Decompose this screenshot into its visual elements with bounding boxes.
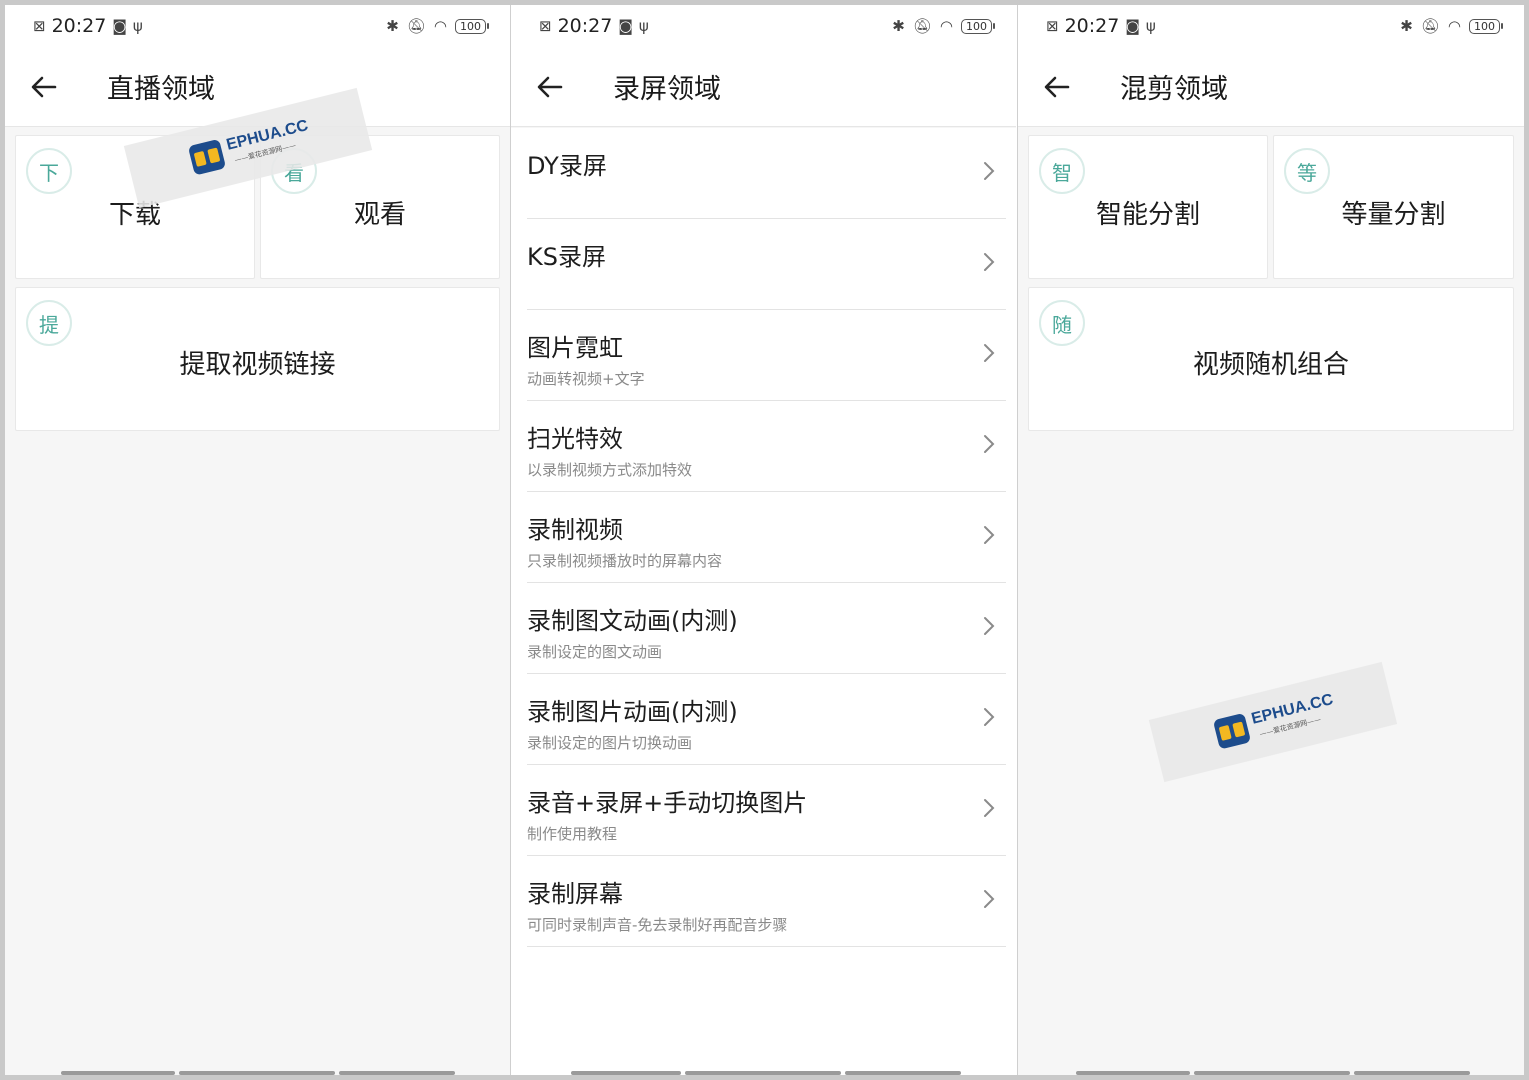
card-label: 提取视频链接 [179, 350, 336, 380]
battery-icon: 100 [455, 18, 489, 34]
back-arrow-icon[interactable] [535, 72, 565, 102]
feature-list: DY录屏 KS录屏 图片霓虹 动画转视频+文字 扫光特效 以录制视频方式添加特效… [511, 128, 1016, 1075]
battery-icon: 100 [1469, 18, 1503, 34]
list-item-title: 图片霓虹 [527, 334, 623, 362]
chevron-right-icon [980, 433, 998, 455]
page-title: 录屏领域 [613, 74, 721, 105]
chevron-right-icon [980, 888, 998, 910]
usb-icon: ψ [132, 17, 143, 35]
screen-record: ⊠ 20:27 ◙ ψ ✱ 🔕︎ ◠ 100 录屏领域 DY录屏 KS录屏 图片… [511, 5, 1016, 1075]
status-bar: ⊠ 20:27 ◙ ψ ✱ 🔕︎ ◠ 100 [511, 5, 1016, 47]
list-item-title: 录制视频 [527, 516, 623, 544]
chevron-right-icon [980, 342, 998, 364]
nav-hint-bar [61, 1071, 175, 1075]
chevron-right-icon [980, 524, 998, 546]
list-item-title: 录制图文动画(内测) [527, 607, 738, 635]
list-item-title: 扫光特效 [527, 425, 623, 453]
screen-mix: ⊠ 20:27 ◙ ψ ✱ 🔕︎ ◠ 100 混剪领域 智 智能分割 等 等量分… [1018, 5, 1524, 1075]
nav-hint-bar [1354, 1071, 1470, 1075]
app-notification-icon: ◙ [618, 17, 633, 35]
status-time: 20:27 [557, 15, 613, 37]
card-label: 智能分割 [1095, 200, 1200, 230]
mute-icon: 🔕︎ [1420, 17, 1440, 35]
list-item-dy-record[interactable]: DY录屏 [527, 128, 1006, 219]
notification-icon: ⊠ [33, 17, 46, 35]
card-badge: 智 [1039, 148, 1085, 194]
chevron-right-icon [980, 797, 998, 819]
list-item-title: 录制屏幕 [527, 880, 623, 908]
nav-hint-bar [685, 1071, 841, 1075]
chevron-right-icon [980, 615, 998, 637]
card-extract-link[interactable]: 提 提取视频链接 [15, 287, 500, 431]
card-badge: 提 [26, 300, 72, 346]
bluetooth-icon: ✱ [1400, 17, 1413, 35]
card-badge: 等 [1284, 148, 1330, 194]
list-item-subtitle: 录制设定的图文动画 [527, 643, 663, 661]
card-label: 下载 [108, 200, 161, 230]
list-item-record-image-animation[interactable]: 录制图片动画(内测) 录制设定的图片切换动画 [527, 674, 1006, 765]
bluetooth-icon: ✱ [386, 17, 399, 35]
back-arrow-icon[interactable] [29, 72, 59, 102]
card-random-combine[interactable]: 随 视频随机组合 [1028, 287, 1514, 431]
notification-icon: ⊠ [539, 17, 552, 35]
back-arrow-icon[interactable] [1042, 72, 1072, 102]
list-item-record-video[interactable]: 录制视频 只录制视频播放时的屏幕内容 [527, 492, 1006, 583]
card-label: 观看 [353, 200, 406, 230]
list-item-title: 录制图片动画(内测) [527, 698, 738, 726]
page-title: 直播领域 [107, 74, 215, 105]
mute-icon: 🔕︎ [406, 17, 426, 35]
nav-hint-bar [1194, 1071, 1350, 1075]
chevron-right-icon [980, 706, 998, 728]
list-item-record-text-animation[interactable]: 录制图文动画(内测) 录制设定的图文动画 [527, 583, 1006, 674]
list-item-audio-screen-switch[interactable]: 录音+录屏+手动切换图片 制作使用教程 [527, 765, 1006, 856]
nav-hint-bar [845, 1071, 961, 1075]
nav-hint-bar [1076, 1071, 1190, 1075]
wifi-icon: ◠ [1447, 17, 1461, 35]
list-item-subtitle: 以录制视频方式添加特效 [527, 461, 693, 479]
status-time: 20:27 [51, 15, 107, 37]
chevron-right-icon [980, 251, 998, 273]
usb-icon: ψ [1145, 17, 1156, 35]
chevron-right-icon [980, 160, 998, 182]
card-equal-split[interactable]: 等 等量分割 [1273, 135, 1514, 279]
card-badge: 下 [26, 148, 72, 194]
nav-hint-bar [339, 1071, 455, 1075]
list-item-image-neon[interactable]: 图片霓虹 动画转视频+文字 [527, 310, 1006, 401]
app-notification-icon: ◙ [1125, 17, 1140, 35]
list-item-record-screen[interactable]: 录制屏幕 可同时录制声音-免去录制好再配音步骤 [527, 856, 1006, 947]
list-item-subtitle: 录制设定的图片切换动画 [527, 734, 693, 752]
list-item-subtitle: 制作使用教程 [527, 825, 618, 843]
card-label: 视频随机组合 [1192, 350, 1349, 380]
watermark-logo-icon [187, 138, 227, 176]
notification-icon: ⊠ [1046, 17, 1059, 35]
list-item-title: DY录屏 [527, 152, 607, 180]
page-title: 混剪领域 [1120, 74, 1228, 105]
list-item-subtitle: 动画转视频+文字 [527, 370, 645, 388]
status-bar: ⊠ 20:27 ◙ ψ ✱ 🔕︎ ◠ 100 [1018, 5, 1524, 47]
list-item-ks-record[interactable]: KS录屏 [527, 219, 1006, 310]
nav-hint-bar [179, 1071, 335, 1075]
app-notification-icon: ◙ [112, 17, 127, 35]
status-bar: ⊠ 20:27 ◙ ψ ✱ 🔕︎ ◠ 100 [5, 5, 510, 47]
list-item-title: 录音+录屏+手动切换图片 [527, 789, 808, 817]
wifi-icon: ◠ [939, 17, 953, 35]
wifi-icon: ◠ [433, 17, 447, 35]
app-bar: 混剪领域 [1018, 47, 1524, 127]
list-item-title: KS录屏 [527, 243, 606, 271]
watermark-logo-icon [1212, 712, 1252, 750]
card-badge: 随 [1039, 300, 1085, 346]
app-bar: 录屏领域 [511, 47, 1016, 127]
card-smart-split[interactable]: 智 智能分割 [1028, 135, 1268, 279]
mute-icon: 🔕︎ [912, 17, 932, 35]
battery-icon: 100 [961, 18, 995, 34]
card-label: 等量分割 [1341, 200, 1446, 230]
list-item-sweep-effect[interactable]: 扫光特效 以录制视频方式添加特效 [527, 401, 1006, 492]
list-item-subtitle: 可同时录制声音-免去录制好再配音步骤 [527, 916, 788, 934]
list-item-subtitle: 只录制视频播放时的屏幕内容 [527, 552, 723, 570]
status-time: 20:27 [1064, 15, 1120, 37]
usb-icon: ψ [638, 17, 649, 35]
bluetooth-icon: ✱ [892, 17, 905, 35]
nav-hint-bar [571, 1071, 681, 1075]
